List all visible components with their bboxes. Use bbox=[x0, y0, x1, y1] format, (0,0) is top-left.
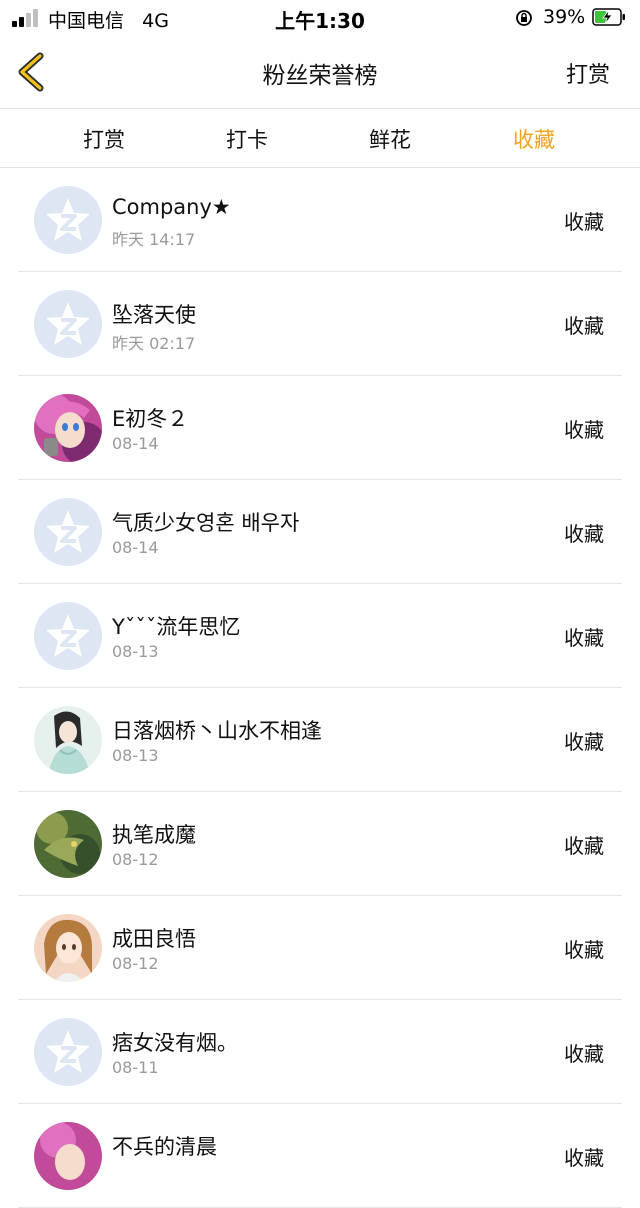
fan-time: 08-12 bbox=[112, 850, 159, 869]
fan-name: 日落烟桥丶山水不相逢 bbox=[112, 719, 322, 743]
fan-action-label: 收藏 bbox=[564, 626, 604, 650]
list-item[interactable]: Company★ 昨天 14:17 收藏 bbox=[0, 168, 640, 272]
list-item[interactable]: 日落烟桥丶山水不相逢 08-13 收藏 bbox=[0, 688, 640, 792]
tab-checkin[interactable]: 打卡 bbox=[197, 124, 297, 154]
list-item[interactable]: Yˇˇˇ流年思忆 08-13 收藏 bbox=[0, 584, 640, 688]
ancient-costume-girl-avatar bbox=[34, 706, 102, 774]
fan-name: 痞女没有烟。 bbox=[112, 1031, 238, 1055]
fan-name: 坠落天使 bbox=[112, 303, 196, 327]
fan-time: 昨天 02:17 bbox=[112, 334, 196, 353]
fan-name: 执笔成魔 bbox=[112, 823, 196, 847]
fan-list: Company★ 昨天 14:17 收藏 坠落天使 昨天 02:17 收藏 E初… bbox=[0, 168, 640, 1208]
fan-name: Yˇˇˇ流年思忆 bbox=[112, 615, 241, 639]
fan-time: 08-13 bbox=[112, 642, 159, 661]
fan-name: 气质少女영혼 배우자 bbox=[112, 511, 300, 535]
default-avatar-icon bbox=[34, 498, 102, 566]
list-item[interactable]: E初冬２ 08-14 收藏 bbox=[0, 376, 640, 480]
list-item[interactable]: 不兵的清晨 收藏 bbox=[0, 1104, 640, 1208]
rotation-lock-icon bbox=[516, 10, 532, 26]
fan-action-label: 收藏 bbox=[564, 1042, 604, 1066]
fan-action-label: 收藏 bbox=[564, 418, 604, 442]
tab-reward[interactable]: 打赏 bbox=[54, 124, 154, 154]
page-title: 粉丝荣誉榜 bbox=[262, 63, 378, 89]
reward-button[interactable]: 打赏 bbox=[566, 57, 610, 89]
fan-time: 08-13 bbox=[112, 746, 159, 765]
green-dragon-avatar bbox=[34, 810, 102, 878]
default-avatar-icon bbox=[34, 290, 102, 358]
list-item[interactable]: 成田良悟 08-12 收藏 bbox=[0, 896, 640, 1000]
list-item[interactable]: 执笔成魔 08-12 收藏 bbox=[0, 792, 640, 896]
fan-name: Company★ bbox=[112, 195, 231, 219]
fan-time: 08-14 bbox=[112, 434, 159, 453]
list-item[interactable]: 气质少女영혼 배우자 08-14 收藏 bbox=[0, 480, 640, 584]
default-avatar-icon bbox=[34, 186, 102, 254]
tab-flowers[interactable]: 鲜花 bbox=[340, 124, 440, 154]
default-avatar-icon bbox=[34, 1018, 102, 1086]
fan-action-label: 收藏 bbox=[564, 938, 604, 962]
anime-pink-hair-avatar bbox=[34, 394, 102, 462]
fan-time: 08-14 bbox=[112, 538, 159, 557]
brown-hair-girl-avatar bbox=[34, 914, 102, 982]
fan-name: E初冬２ bbox=[112, 407, 189, 431]
list-item[interactable]: 坠落天使 昨天 02:17 收藏 bbox=[0, 272, 640, 376]
tab-favorites[interactable]: 收藏 bbox=[484, 124, 584, 154]
battery-charging-icon bbox=[592, 8, 625, 26]
default-avatar-icon bbox=[34, 602, 102, 670]
fan-action-label: 收藏 bbox=[564, 522, 604, 546]
status-bar: 中国电信 4G 上午1:30 39% bbox=[0, 0, 640, 36]
battery-percent: 39% bbox=[543, 6, 586, 28]
fan-action-label: 收藏 bbox=[564, 210, 604, 234]
fan-time: 08-11 bbox=[112, 1058, 159, 1077]
fan-name: 不兵的清晨 bbox=[112, 1135, 217, 1159]
fan-name: 成田良悟 bbox=[112, 927, 196, 951]
nav-header: 粉丝荣誉榜 打赏 bbox=[0, 36, 640, 109]
fan-action-label: 收藏 bbox=[564, 1146, 604, 1170]
fan-time: 08-12 bbox=[112, 954, 159, 973]
fan-action-label: 收藏 bbox=[564, 730, 604, 754]
list-item[interactable]: 痞女没有烟。 08-11 收藏 bbox=[0, 1000, 640, 1104]
fan-time: 昨天 14:17 bbox=[112, 230, 196, 249]
fan-action-label: 收藏 bbox=[564, 314, 604, 338]
fan-action-label: 收藏 bbox=[564, 834, 604, 858]
anime-pink-hair-avatar bbox=[34, 1122, 102, 1190]
tab-bar: 打赏 打卡 鲜花 收藏 bbox=[0, 109, 640, 168]
